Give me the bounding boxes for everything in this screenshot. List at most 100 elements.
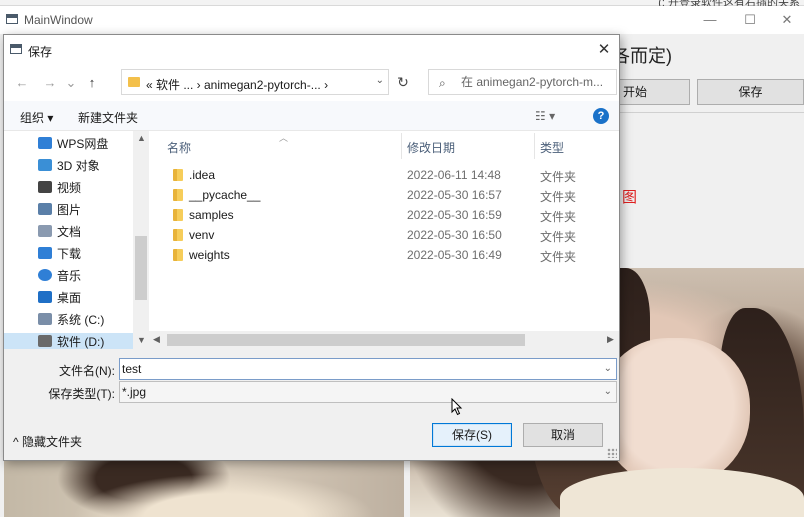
file-type: 文件夹 [540,170,577,184]
chevron-down-icon[interactable]: ⌄ [604,382,612,402]
sidebar-item-label: 软件 (D:) [57,335,105,349]
scroll-left-icon[interactable]: ◀ [153,334,160,345]
main-window-title: MainWindow [24,13,93,27]
up-arrow-icon[interactable]: ↑ [84,74,100,92]
search-icon: ⌕ [439,76,446,90]
input-image-preview [4,453,404,517]
file-row[interactable]: samples 2022-05-30 16:59 文件夹 [149,205,619,225]
sidebar-item-label: 3D 对象 [57,159,100,173]
column-divider[interactable] [401,133,402,159]
chevron-down-icon[interactable]: ⌄ [604,359,612,379]
main-titlebar[interactable]: MainWindow — ☐ ✕ [0,6,804,34]
picture-icon [38,203,52,215]
folder-icon [173,169,183,181]
filename-value[interactable]: test [122,362,141,376]
folder-icon [173,249,183,261]
sidebar-item[interactable]: 系统 (C:) [38,311,104,331]
folder-icon [173,229,183,241]
chevron-down-icon[interactable]: ⌄ [376,75,384,86]
filename-field[interactable]: test ⌄ [119,358,617,380]
file-type: 文件夹 [540,250,577,264]
save-button[interactable]: 保存(S) [432,423,512,447]
sidebar-item-label: 视频 [57,181,82,195]
breadcrumb[interactable]: « 软件 ... › animegan2-pytorch-... › [146,76,328,93]
column-header-type[interactable]: 类型 [540,139,564,156]
recent-locations-chevron-icon[interactable]: ⌄ [63,74,79,92]
sidebar-item[interactable]: 下载 [38,245,81,265]
column-header-modified[interactable]: 修改日期 [407,139,455,156]
scrollbar-thumb[interactable] [135,236,147,300]
sidebar-item[interactable]: 桌面 [38,289,81,309]
address-bar[interactable]: « 软件 ... › animegan2-pytorch-... › ⌄ [121,69,389,95]
filetype-label: 保存类型(T): [48,387,115,401]
sidebar-item[interactable]: WPS网盘 [38,135,108,155]
hide-folders-toggle[interactable]: ^ 隐藏文件夹 [13,433,82,450]
sidebar-item-label: 系统 (C:) [57,313,105,327]
file-name: __pycache__ [189,188,261,202]
search-input[interactable] [461,71,611,93]
start-button[interactable]: 开始 [610,79,690,105]
scroll-down-icon[interactable]: ▼ [137,335,146,345]
file-row[interactable]: venv 2022-05-30 16:50 文件夹 [149,225,619,245]
file-modified-date: 2022-05-30 16:57 [407,188,502,202]
file-row[interactable]: .idea 2022-06-11 14:48 文件夹 [149,165,619,185]
sidebar-item[interactable]: 视频 [38,179,81,199]
desktop-icon [38,291,52,303]
file-row[interactable]: __pycache__ 2022-05-30 16:57 文件夹 [149,185,619,205]
filetype-value[interactable]: *.jpg [122,385,146,399]
file-name: weights [189,248,230,262]
close-window-button[interactable]: ✕ [772,10,802,30]
navigation-scrollbar[interactable]: ▲ ▼ [133,131,149,349]
new-folder-button[interactable]: 新建文件夹 [78,109,138,126]
help-icon[interactable]: ? [593,108,609,124]
search-box[interactable]: ⌕ [428,69,617,95]
sidebar-item[interactable]: 图片 [38,201,81,221]
column-header-name[interactable]: 名称 [167,139,191,156]
command-bar: 组织 ▾ 新建文件夹 ☷ ▾ ? [4,101,619,131]
sidebar-item-label: WPS网盘 [57,137,109,151]
maximize-button[interactable]: ☐ [735,10,765,30]
sidebar-item[interactable]: 音乐 [38,267,81,287]
portrait-face [600,338,750,488]
dialog-app-icon [10,44,22,54]
forward-arrow-icon[interactable]: → [42,74,58,92]
view-options-icon[interactable]: ☷ ▾ [535,109,555,123]
dialog-titlebar[interactable]: 保存 ✕ [4,35,619,65]
cancel-button[interactable]: 取消 [523,423,603,447]
cloud-icon [38,137,52,149]
file-type: 文件夹 [540,190,577,204]
document-icon [38,225,52,237]
file-name: venv [189,228,215,242]
filetype-select[interactable]: *.jpg ⌄ [119,381,617,403]
horizontal-scrollbar[interactable]: ◀ ▶ [149,331,619,349]
sidebar-item[interactable]: 文档 [38,223,81,243]
column-divider[interactable] [534,133,535,159]
resize-grip-icon[interactable] [607,448,617,458]
folder-icon [173,189,183,201]
download-arrow-icon [38,247,52,259]
window-app-icon [6,14,18,24]
music-note-icon [38,269,52,281]
minimize-button[interactable]: — [695,10,725,30]
scroll-right-icon[interactable]: ▶ [607,334,614,345]
organize-button[interactable]: 组织 ▾ [20,109,53,126]
drive-icon [38,335,52,347]
background-heading: 各而定) [612,46,672,66]
navigation-bar: ← → ⌄ ↑ « 软件 ... › animegan2-pytorch-...… [4,65,619,101]
drive-icon [38,313,52,325]
file-modified-date: 2022-05-30 16:49 [407,248,502,262]
scroll-up-icon[interactable]: ▲ [137,133,146,143]
sidebar-item-label: 图片 [57,203,82,217]
file-list: ︿ 名称 修改日期 类型 .idea 2022-06-11 14:48 文件夹 __p… [149,131,619,349]
main-save-button[interactable]: 保存 [697,79,804,105]
refresh-icon[interactable]: ↻ [392,69,414,95]
back-arrow-icon[interactable]: ← [14,74,30,92]
file-modified-date: 2022-05-30 16:59 [407,208,502,222]
folder-icon [173,209,183,221]
dialog-close-button[interactable]: ✕ [593,39,615,61]
file-row[interactable]: weights 2022-05-30 16:49 文件夹 [149,245,619,265]
save-dialog: 保存 ✕ ← → ⌄ ↑ « 软件 ... › animegan2-pytorc… [3,34,620,461]
sidebar-item[interactable]: 3D 对象 [38,157,100,177]
navigation-pane: WPS网盘 3D 对象视频图片文档 下载 音乐 桌面系统 (C:) 软件 (D:) ▲ ▼ [4,131,149,353]
scrollbar-thumb[interactable] [167,334,525,346]
